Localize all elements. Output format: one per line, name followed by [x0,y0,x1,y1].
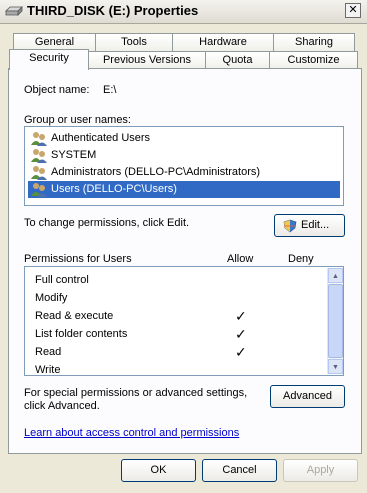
permissions-label: Permissions for Users [24,253,132,265]
permission-name: List folder contents [35,328,128,340]
users-icon [31,149,47,163]
security-panel: Object name: E:\ Group or user names: Au… [8,68,362,454]
permission-name: Read [35,346,62,358]
groups-label: Group or user names: [24,114,131,126]
permission-name: Modify [35,292,68,304]
users-icon [31,166,47,180]
advanced-button[interactable]: Advanced [270,385,345,408]
drive-icon [5,6,23,16]
special-permissions-text: For special permissions or advanced sett… [24,387,248,399]
deny-header: Deny [288,253,314,265]
permissions-list: Full control Modify Read & execute ✓ Lis… [24,266,344,376]
edit-button-label: Edit... [301,219,330,231]
edit-button[interactable]: Edit... [274,214,345,237]
ok-button[interactable]: OK [121,459,196,482]
window-title: THIRD_DISK (E:) Properties [27,3,199,18]
tab-security[interactable]: Security [9,49,89,70]
tab-customize[interactable]: Customize [269,51,358,69]
group-user-list[interactable]: Authenticated Users SYSTEM Administrator… [24,126,344,206]
table-row: Read & execute ✓ [35,307,335,325]
shield-icon [283,219,297,233]
list-item-label: Authenticated Users [51,132,151,144]
table-row: Full control [35,271,335,289]
special-permissions-text-2: click Advanced. [24,400,100,412]
tab-sharing[interactable]: Sharing [273,33,355,51]
tab-quota[interactable]: Quota [205,51,270,69]
cancel-button[interactable]: Cancel [202,459,277,482]
users-icon [31,132,47,146]
table-row: List folder contents ✓ [35,325,335,343]
list-item[interactable]: SYSTEM [28,147,340,164]
list-item-label: Users (DELLO-PC\Users) [51,183,177,195]
title-bar: THIRD_DISK (E:) Properties ✕ [0,0,367,24]
close-button[interactable]: ✕ [345,3,361,18]
learn-more-link[interactable]: Learn about access control and permissio… [24,427,239,439]
permission-name: Read & execute [35,310,114,322]
list-item[interactable]: Authenticated Users [28,130,340,147]
allow-check-icon: ✓ [235,308,247,324]
apply-button[interactable]: Apply [283,459,358,482]
permission-name: Full control [35,274,89,286]
permission-name: Write [35,364,61,376]
allow-header: Allow [227,253,254,265]
allow-check-icon: ✓ [235,326,247,342]
list-item-label: Administrators (DELLO-PC\Administrators) [51,166,261,178]
tab-hardware[interactable]: Hardware [172,33,274,51]
table-row: Write [35,361,335,379]
scroll-thumb[interactable] [328,284,343,358]
scroll-up-icon[interactable]: ▲ [328,268,343,283]
list-item[interactable]: Administrators (DELLO-PC\Administrators) [28,164,340,181]
table-row: Read ✓ [35,343,335,361]
users-icon [31,183,47,197]
table-row: Modify [35,289,335,307]
list-item-label: SYSTEM [51,149,97,161]
tab-previous-versions[interactable]: Previous Versions [88,51,206,69]
object-name-value: E:\ [103,84,117,96]
object-name-label: Object name: [24,84,90,96]
allow-check-icon: ✓ [235,344,247,360]
scroll-down-icon[interactable]: ▼ [328,359,343,374]
change-permissions-text: To change permissions, click Edit. [24,217,190,229]
tab-tools[interactable]: Tools [95,33,173,51]
permissions-scrollbar[interactable]: ▲ ▼ [327,268,343,374]
list-item-selected[interactable]: Users (DELLO-PC\Users) [28,181,340,198]
